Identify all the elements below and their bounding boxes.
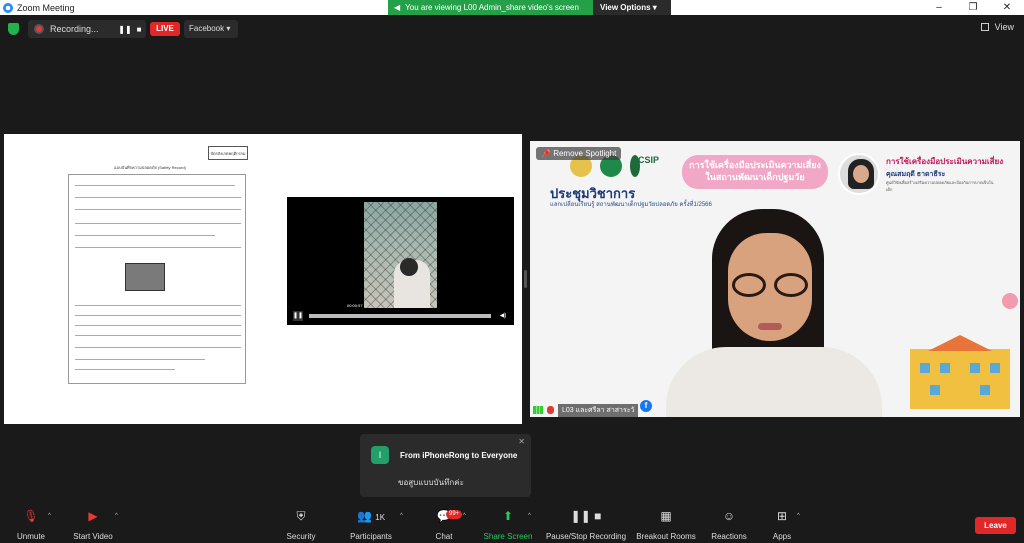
video-progress-track[interactable] bbox=[309, 314, 491, 318]
doc-stamp: บัตรสังเกตพฤติกรรม bbox=[208, 146, 248, 160]
zoom-logo-icon bbox=[3, 2, 13, 13]
sub-title: แลกเปลี่ยนเรียนรู้ สถานพัฒนาเด็กปฐมวัยปล… bbox=[550, 202, 712, 208]
pause-stop-recording-button[interactable]: ❚❚ ■ Pause/Stop Recording bbox=[545, 507, 627, 541]
apps-caret[interactable]: ^ bbox=[797, 513, 800, 519]
chevron-down-icon: ▾ bbox=[226, 24, 231, 33]
muted-mic-icon: 🎙 bbox=[23, 509, 39, 523]
viewing-text: You are viewing L00 Admin_share video's … bbox=[405, 3, 579, 12]
recording-label: Recording... bbox=[50, 24, 99, 34]
breakout-grid-icon: ▦ bbox=[660, 509, 672, 523]
participant-status: L03 และศรีลา สาสาระวั bbox=[530, 403, 730, 417]
recording-dot-icon bbox=[34, 24, 44, 34]
participant-name: L03 และศรีลา สาสาระวั bbox=[558, 403, 639, 417]
speaker-icon: ◀ bbox=[394, 3, 401, 12]
viewing-notice: ◀ You are viewing L00 Admin_share video'… bbox=[388, 0, 593, 15]
volume-icon[interactable]: ◀) bbox=[498, 311, 508, 321]
security-button[interactable]: ⛨ Security bbox=[285, 507, 317, 541]
close-window-button[interactable]: ✕ bbox=[990, 0, 1024, 15]
stop-recording-icon[interactable]: ■ bbox=[132, 25, 146, 34]
pink-title-text: การใช้เครื่องมือประเมินความเสี่ยงในสถานพ… bbox=[689, 160, 821, 182]
apps-icon: ⊞ bbox=[776, 509, 788, 523]
chat-sender: From iPhoneRong to Everyone bbox=[400, 451, 518, 460]
video-frame bbox=[364, 202, 437, 308]
participants-button[interactable]: 👥 1K Participants bbox=[348, 507, 394, 541]
flower-decoration bbox=[1002, 293, 1018, 309]
pause-recording-icon[interactable]: ❚❚ bbox=[118, 25, 132, 34]
pin-icon: 📌 bbox=[541, 149, 551, 158]
stream-target-dropdown[interactable]: Facebook ▾ bbox=[184, 20, 238, 38]
video-options-caret[interactable]: ^ bbox=[115, 513, 118, 519]
start-video-button[interactable]: ▶ Start Video bbox=[72, 507, 114, 541]
shared-screen: บัตรสังเกตพฤติกรรม แบบบันทึกความปลอดภัย … bbox=[4, 134, 522, 424]
people-icon: 👥 bbox=[356, 509, 372, 523]
live-badge[interactable]: LIVE bbox=[150, 22, 180, 36]
minimize-button[interactable]: – bbox=[922, 0, 956, 15]
chevron-down-icon: ▾ bbox=[650, 3, 657, 12]
unmute-button[interactable]: 🎙 Unmute bbox=[14, 507, 48, 541]
video-player[interactable]: 00:00:57 ❚❚ ◀) bbox=[287, 197, 514, 325]
window-controls: – ❐ ✕ bbox=[922, 0, 1024, 15]
view-options-button[interactable]: View Options ▾ bbox=[593, 0, 671, 15]
shared-document bbox=[68, 174, 246, 384]
recording-indicator: Recording... ❚❚ ■ bbox=[28, 20, 146, 38]
muted-mic-icon bbox=[547, 406, 554, 414]
video-off-icon: ▶ bbox=[88, 509, 98, 523]
glasses bbox=[730, 273, 810, 297]
leave-button[interactable]: Leave bbox=[975, 517, 1016, 534]
presenter-affiliation: ศูนย์วิจัยเพื่อสร้างเสริมความปลอดภัยและป… bbox=[886, 180, 994, 192]
apps-button[interactable]: ⊞ Apps bbox=[772, 507, 792, 541]
view-button[interactable]: View bbox=[981, 22, 1014, 32]
participants-caret[interactable]: ^ bbox=[400, 513, 403, 519]
presenter-topic: การใช้เครื่องมือประเมินความเสี่ยง bbox=[886, 157, 1004, 166]
meeting-top-bar: Recording... ❚❚ ■ LIVE Facebook ▾ View bbox=[0, 18, 1024, 40]
smiley-icon: ☺ bbox=[722, 509, 736, 523]
share-screen-button[interactable]: ⬆ Share Screen bbox=[482, 507, 534, 541]
window-title: Zoom Meeting bbox=[17, 2, 75, 13]
split-divider-handle[interactable] bbox=[524, 270, 527, 288]
shield-icon: ⛨ bbox=[296, 509, 306, 523]
doc-header: แบบบันทึกความปลอดภัย (Safety Record) bbox=[114, 165, 186, 170]
audio-options-caret[interactable]: ^ bbox=[48, 513, 51, 519]
chat-message: ขอสูบแบบบันทึกค่ะ bbox=[398, 478, 464, 487]
close-icon[interactable]: ✕ bbox=[518, 437, 525, 446]
presenter-avatar bbox=[838, 153, 880, 195]
speaker-video: CSIP การใช้เครื่องมือประเมินความเสี่ยงใน… bbox=[530, 141, 1020, 417]
video-time: 00:00:57 bbox=[347, 303, 363, 308]
chat-notification[interactable]: I From iPhoneRong to Everyone ขอสูบแบบบั… bbox=[360, 434, 531, 497]
doc-thumbnail-image bbox=[125, 263, 165, 291]
meeting-toolbar: 🎙 Unmute ^ ▶ Start Video ^ ⛨ Security 👥 … bbox=[0, 507, 1024, 543]
pause-icon[interactable]: ❚❚ bbox=[293, 311, 303, 321]
school-illustration bbox=[910, 335, 1010, 409]
breakout-rooms-button[interactable]: ▦ Breakout Rooms bbox=[636, 507, 696, 541]
share-caret[interactable]: ^ bbox=[528, 513, 531, 519]
maximize-button[interactable]: ❐ bbox=[956, 0, 990, 15]
pause-stop-icon: ❚❚ ■ bbox=[570, 509, 602, 523]
signal-strength-icon bbox=[533, 406, 543, 414]
sender-avatar: I bbox=[371, 446, 389, 464]
chat-unread-badge: 99+ bbox=[446, 510, 463, 519]
video-controls: ❚❚ ◀) bbox=[293, 311, 508, 321]
csip-logo-text: CSIP bbox=[638, 155, 660, 165]
encryption-shield-icon[interactable] bbox=[8, 23, 19, 35]
participants-count: 1K bbox=[375, 513, 386, 522]
grid-view-icon bbox=[981, 23, 990, 31]
remove-spotlight-button[interactable]: 📌 Remove Spotlight bbox=[536, 147, 622, 160]
viewing-banner: ◀ You are viewing L00 Admin_share video'… bbox=[388, 0, 671, 15]
reactions-button[interactable]: ☺ Reactions bbox=[710, 507, 748, 541]
chat-caret[interactable]: ^ bbox=[463, 513, 466, 519]
share-screen-icon: ⬆ bbox=[502, 509, 514, 523]
